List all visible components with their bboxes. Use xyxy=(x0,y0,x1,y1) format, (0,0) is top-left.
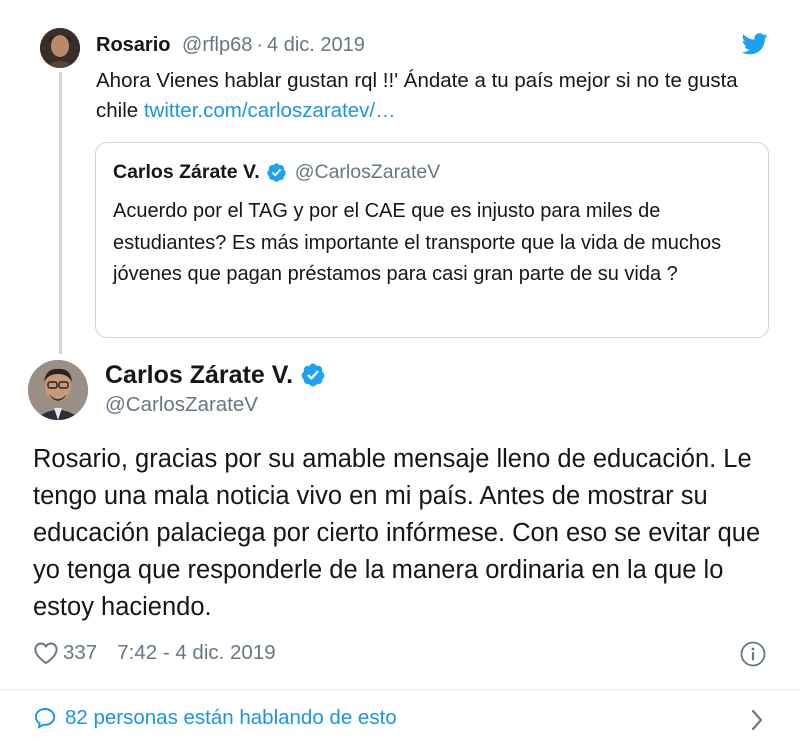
twitter-bird-icon[interactable] xyxy=(742,33,768,55)
conversation-count-label: 82 personas están hablando de esto xyxy=(65,706,397,729)
quoted-author-name: Carlos Zárate V. xyxy=(113,161,260,183)
rosario-avatar[interactable] xyxy=(40,28,80,68)
tweet-meta-row: 337 7:42 - 4 dic. 2019 xyxy=(33,640,276,666)
speech-bubble-icon xyxy=(34,708,56,729)
quoted-tweet-link[interactable]: twitter.com/carloszaratev/… xyxy=(144,99,396,122)
verified-badge-icon xyxy=(267,162,286,182)
parent-tweet-date[interactable]: 4 dic. 2019 xyxy=(267,34,365,56)
parent-author-name[interactable]: Rosario xyxy=(96,34,170,56)
parent-tweet-header: Rosario @rflp68 · 4 dic. 2019 xyxy=(96,33,365,57)
tweet-embed: Rosario @rflp68 · 4 dic. 2019 Ahora Vienes… xyxy=(0,0,800,748)
main-author-handle[interactable]: @CarlosZarateV xyxy=(105,392,258,418)
divider xyxy=(0,689,800,690)
quoted-tweet-text: Acuerdo por el TAG y por el CAE que es i… xyxy=(113,200,722,285)
chevron-right-icon[interactable] xyxy=(748,707,766,733)
verified-badge-icon xyxy=(301,363,325,387)
heart-icon[interactable] xyxy=(33,641,59,665)
main-author-row: Carlos Zárate V. xyxy=(105,360,326,390)
main-author-name[interactable]: Carlos Zárate V. xyxy=(105,360,293,390)
parent-tweet-text: Ahora Vienes hablar gustan rql !!' Ándat… xyxy=(96,66,776,126)
quoted-author-handle: @CarlosZarateV xyxy=(294,161,441,183)
parent-author-handle[interactable]: @rflp68 xyxy=(182,34,252,56)
main-tweet-text: Rosario, gracias por su amable mensaje l… xyxy=(33,445,761,621)
tweet-timestamp[interactable]: 7:42 - 4 dic. 2019 xyxy=(117,640,275,666)
quoted-tweet-header: Carlos Zárate V. @CarlosZarateV xyxy=(113,160,440,184)
quoted-tweet-card[interactable]: Carlos Zárate V. @CarlosZarateV Acuerdo … xyxy=(95,142,769,338)
carlos-avatar[interactable] xyxy=(28,360,88,420)
separator-dot: · xyxy=(256,34,264,56)
like-count[interactable]: 337 xyxy=(63,640,97,666)
thread-line xyxy=(59,72,62,354)
info-icon[interactable] xyxy=(740,641,766,667)
conversation-link[interactable]: 82 personas están hablando de esto xyxy=(33,705,397,731)
